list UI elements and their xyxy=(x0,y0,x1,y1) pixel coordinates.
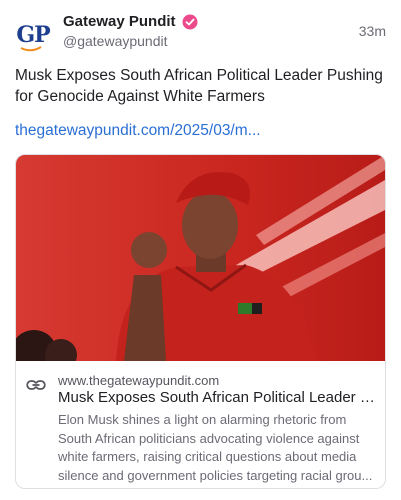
link-preview-card[interactable]: www.thegatewaypundit.com Musk Exposes So… xyxy=(15,154,386,489)
link-icon xyxy=(26,380,46,390)
card-image[interactable] xyxy=(16,155,385,361)
verified-badge-icon xyxy=(182,14,198,29)
card-domain: www.thegatewaypundit.com xyxy=(58,373,220,388)
post-text: Musk Exposes South African Political Lea… xyxy=(15,67,383,105)
avatar[interactable]: GP xyxy=(14,16,52,54)
card-title[interactable]: Musk Exposes South African Political Lea… xyxy=(58,389,376,406)
card-description: Elon Musk shines a light on alarming rhe… xyxy=(58,412,373,483)
avatar-swoosh-icon xyxy=(20,46,42,52)
avatar-logo-text: GP xyxy=(16,22,50,48)
author-name-row: Gateway Pundit xyxy=(63,13,198,30)
card-meta[interactable]: www.thegatewaypundit.com Musk Exposes So… xyxy=(16,361,385,488)
author-handle[interactable]: @gatewaypundit xyxy=(63,33,168,49)
post-link[interactable]: thegatewaypundit.com/2025/03/m... xyxy=(15,122,261,140)
post-timestamp[interactable]: 33m xyxy=(359,23,386,39)
author-display-name[interactable]: Gateway Pundit xyxy=(63,13,176,30)
